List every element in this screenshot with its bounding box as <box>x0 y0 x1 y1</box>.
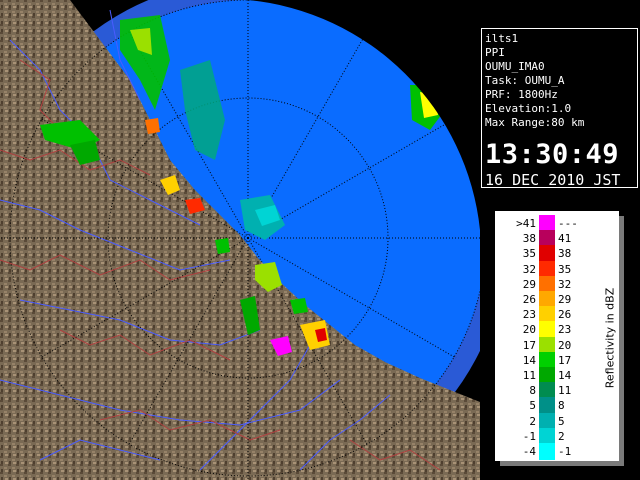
legend-row: -4 -1 <box>495 443 619 460</box>
legend-swatch <box>539 443 555 460</box>
site-name: ilts1 <box>485 32 519 45</box>
scan-time: 13:30:49 <box>485 139 620 170</box>
product-name: OUMU_IMA0 <box>485 60 545 73</box>
scan-mode: PPI <box>485 46 505 59</box>
legend-high-value: -1 <box>558 445 572 458</box>
info-panel: ilts1 PPI OUMU_IMA0 Task: OUMU_A PRF: 18… <box>481 28 638 188</box>
elevation-value: Elevation:1.0 <box>485 102 572 115</box>
prf-value: PRF: 1800Hz <box>485 88 558 101</box>
legend-unit-text: Reflectivity in dBZ <box>603 287 617 389</box>
task-name: Task: OUMU_A <box>485 74 565 87</box>
legend-low-value: -4 <box>522 445 536 458</box>
legend-unit-label: Reflectivity in dBZ <box>600 268 620 408</box>
scan-date: 16 DEC 2010 JST <box>485 171 621 189</box>
max-range-value: Max Range:80 km <box>485 116 585 129</box>
radar-ppi-display[interactable] <box>0 0 480 480</box>
